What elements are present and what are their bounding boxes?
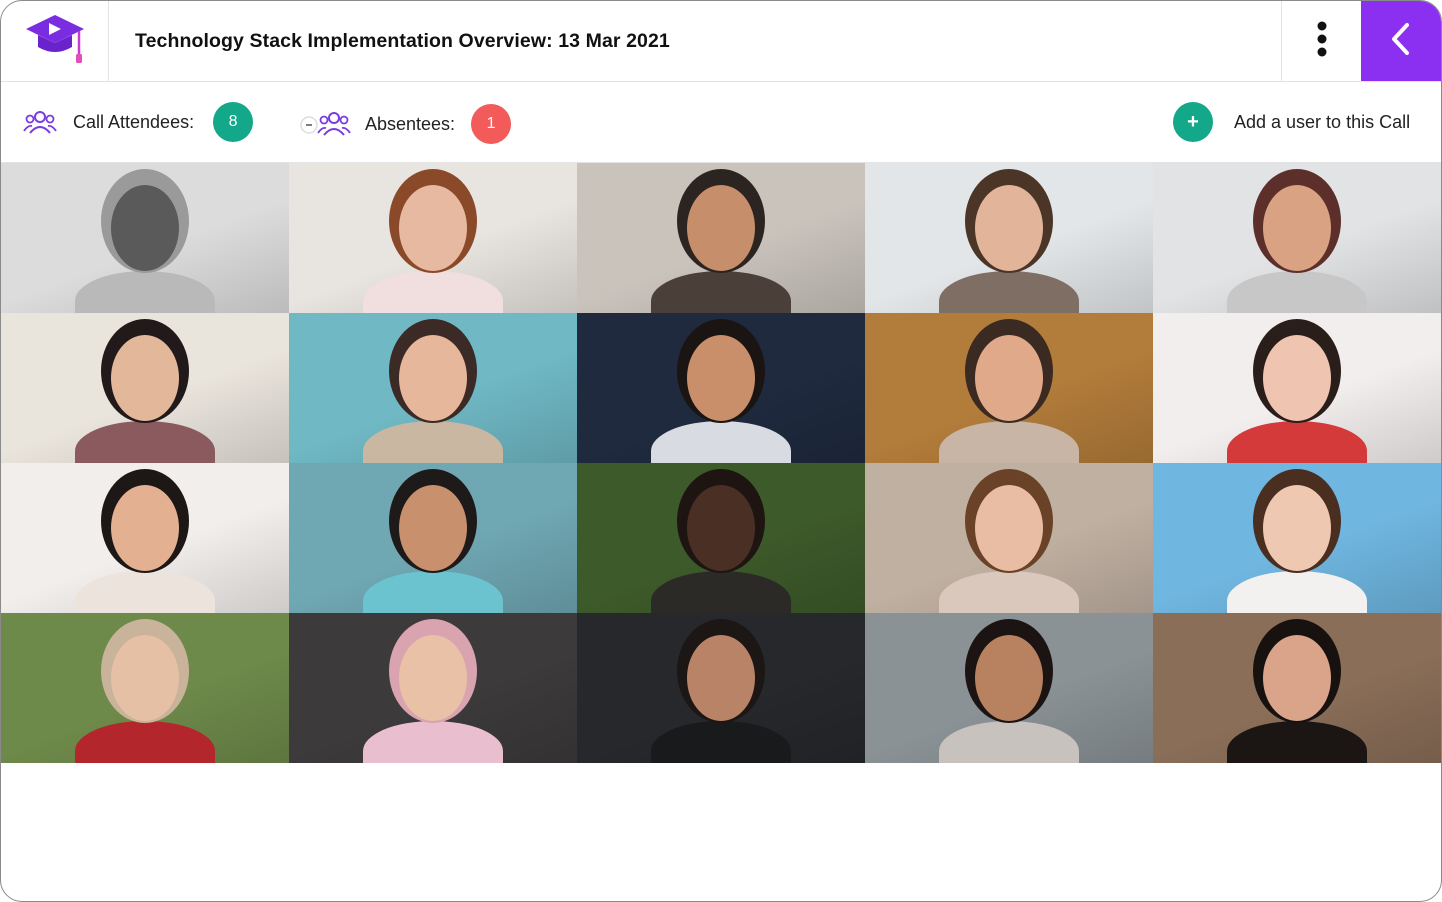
participant-video-tile[interactable] (577, 313, 865, 463)
participant-shoulders (363, 721, 503, 763)
attendees-count-badge: 8 (213, 102, 254, 142)
participant-face (111, 635, 179, 721)
participant-shoulders (363, 571, 503, 613)
more-options-button[interactable] (1281, 1, 1361, 81)
participant-shoulders (651, 721, 791, 763)
participant-shoulders (363, 271, 503, 313)
call-window: Technology Stack Implementation Overview… (0, 0, 1442, 902)
header-bar: Technology Stack Implementation Overview… (1, 1, 1441, 82)
participant-shoulders (75, 571, 215, 613)
participant-video-tile[interactable] (1153, 463, 1441, 613)
participant-shoulders (651, 571, 791, 613)
participant-shoulders (363, 421, 503, 463)
participant-video-grid (1, 163, 1441, 763)
participant-face (975, 185, 1043, 271)
participant-face (975, 335, 1043, 421)
participant-face (1263, 185, 1331, 271)
add-user-label[interactable]: Add a user to this Call (1234, 112, 1410, 133)
participant-face (687, 635, 755, 721)
participant-video-tile[interactable] (865, 163, 1153, 313)
participant-face (1263, 335, 1331, 421)
participant-video-tile[interactable] (865, 463, 1153, 613)
participant-face (1263, 635, 1331, 721)
participant-video-tile[interactable] (1153, 163, 1441, 313)
users-minus-icon (299, 110, 351, 138)
absentees-label: Absentees: (365, 113, 456, 134)
logo[interactable] (1, 1, 109, 81)
participant-video-tile[interactable] (1153, 313, 1441, 463)
participant-video-tile[interactable] (1, 163, 289, 313)
participant-face (111, 485, 179, 571)
participant-shoulders (1227, 721, 1367, 763)
participant-shoulders (651, 271, 791, 313)
participant-video-tile[interactable] (1, 613, 289, 763)
participant-face (399, 335, 467, 421)
participant-shoulders (1227, 421, 1367, 463)
participant-face (975, 485, 1043, 571)
participant-video-tile[interactable] (865, 313, 1153, 463)
participant-face (687, 185, 755, 271)
participant-face (111, 335, 179, 421)
participant-video-tile[interactable] (1153, 613, 1441, 763)
attendees-group: Call Attendees: 8 (23, 82, 254, 162)
participant-face (1263, 485, 1331, 571)
participant-shoulders (939, 721, 1079, 763)
absentees-group: Absentees: 1 (299, 84, 512, 164)
participant-shoulders (1227, 271, 1367, 313)
attendance-bar: Call Attendees: 8 Absentees: 1 + Add a u… (1, 82, 1441, 163)
vertical-ellipsis-icon (1316, 21, 1328, 62)
participant-shoulders (939, 421, 1079, 463)
absentees-count-badge: 1 (471, 104, 512, 144)
participant-video-tile[interactable] (1, 313, 289, 463)
participant-face (975, 635, 1043, 721)
back-button[interactable] (1361, 1, 1441, 81)
participant-video-tile[interactable] (289, 613, 577, 763)
participant-shoulders (1227, 571, 1367, 613)
add-user-group[interactable]: + Add a user to this Call (1173, 82, 1410, 162)
attendees-label: Call Attendees: (73, 111, 195, 132)
participant-shoulders (75, 721, 215, 763)
participant-video-tile[interactable] (577, 163, 865, 313)
participant-video-tile[interactable] (1, 463, 289, 613)
plus-icon: + (1187, 111, 1199, 133)
call-title: Technology Stack Implementation Overview… (135, 30, 670, 52)
participant-video-tile[interactable] (289, 163, 577, 313)
participant-shoulders (651, 421, 791, 463)
participant-face (111, 185, 179, 271)
participant-video-tile[interactable] (577, 463, 865, 613)
participant-video-tile[interactable] (865, 613, 1153, 763)
participant-video-tile[interactable] (289, 313, 577, 463)
participant-shoulders (939, 571, 1079, 613)
participant-shoulders (75, 271, 215, 313)
participant-shoulders (939, 271, 1079, 313)
participant-face (399, 185, 467, 271)
participant-face (399, 485, 467, 571)
add-user-button[interactable]: + (1173, 102, 1213, 142)
participant-video-tile[interactable] (289, 463, 577, 613)
participant-shoulders (75, 421, 215, 463)
chevron-left-icon (1387, 21, 1415, 62)
graduation-cap-play-icon (24, 11, 86, 72)
participant-video-tile[interactable] (577, 613, 865, 763)
participant-face (687, 485, 755, 571)
participant-face (687, 335, 755, 421)
participant-face (399, 635, 467, 721)
users-icon (23, 109, 57, 135)
